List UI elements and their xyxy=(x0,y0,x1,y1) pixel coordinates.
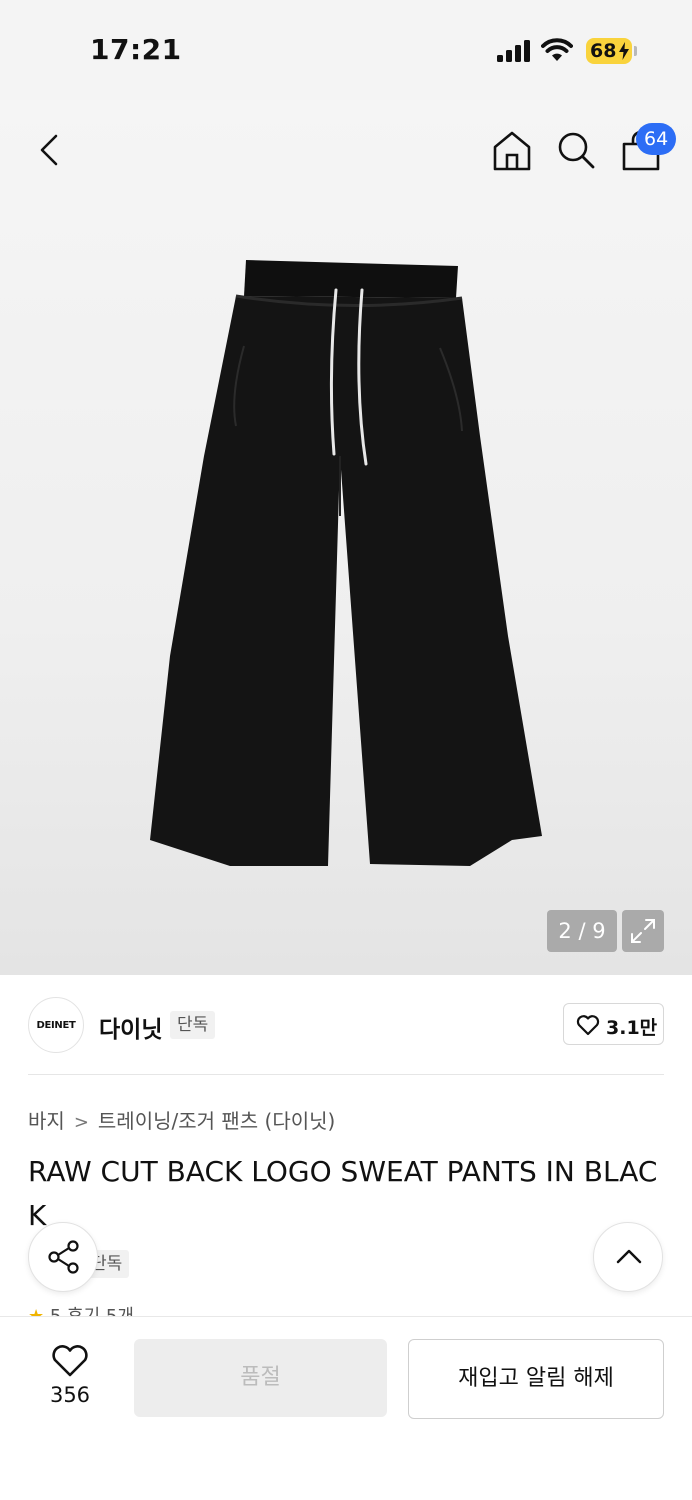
divider xyxy=(28,1074,664,1075)
brand-name[interactable]: 다이닛 xyxy=(99,1010,162,1044)
scroll-to-top-button[interactable] xyxy=(593,1222,663,1292)
wifi-icon xyxy=(541,38,573,61)
heart-icon xyxy=(52,1345,88,1377)
cart-count-badge: 64 xyxy=(636,123,677,155)
breadcrumb-category[interactable]: 바지 xyxy=(28,1105,65,1134)
gallery-page-counter: 2 / 9 xyxy=(547,910,617,952)
product-gallery[interactable]: 64 2 / 9 xyxy=(0,100,692,975)
breadcrumb: 바지 > 트레이닝/조거 팬츠 (다이닛) xyxy=(28,1105,335,1134)
chevron-right-icon: > xyxy=(73,1112,89,1133)
home-icon[interactable] xyxy=(492,130,532,172)
share-button[interactable] xyxy=(28,1222,98,1292)
product-image[interactable] xyxy=(140,256,552,870)
battery-icon: 68 xyxy=(586,38,632,64)
breadcrumb-subcategory[interactable]: 트레이닝/조거 팬츠 (다이닛) xyxy=(98,1105,335,1134)
chevron-up-icon xyxy=(616,1249,642,1264)
back-arrow-icon[interactable] xyxy=(30,130,70,170)
battery-level: 68 xyxy=(590,40,617,62)
expand-image-button[interactable] xyxy=(622,910,664,952)
rating-row[interactable]: ★ 5 후기 5개 xyxy=(28,1302,134,1316)
star-icon: ★ xyxy=(28,1306,44,1316)
heart-icon xyxy=(576,1015,600,1036)
bottom-action-bar: 356 품절 재입고 알림 해제 xyxy=(0,1316,692,1500)
rating-summary: 5 후기 5개 xyxy=(50,1306,134,1316)
restock-alert-cancel-button[interactable]: 재입고 알림 해제 xyxy=(408,1339,664,1419)
brand-like-button[interactable]: 3.1만 xyxy=(563,1003,664,1045)
status-bar: 17:21 68 xyxy=(0,0,692,100)
sold-out-button: 품절 xyxy=(134,1339,387,1417)
battery-nub xyxy=(634,46,637,56)
brand-like-count: 3.1만 xyxy=(606,1017,658,1039)
expand-icon xyxy=(631,919,655,943)
signal-icon xyxy=(497,40,530,62)
search-icon[interactable] xyxy=(556,130,596,170)
status-time: 17:21 xyxy=(90,33,182,66)
exclusive-badge: 단독 xyxy=(170,1011,216,1039)
wishlist-button[interactable]: 356 xyxy=(30,1341,110,1411)
product-title: RAW CUT BACK LOGO SWEAT PANTS IN BLACK xyxy=(28,1155,658,1232)
brand-logo[interactable]: DEINET xyxy=(28,997,84,1053)
charging-bolt-icon xyxy=(619,42,629,60)
share-icon xyxy=(48,1240,79,1274)
wishlist-count: 356 xyxy=(49,1383,91,1407)
